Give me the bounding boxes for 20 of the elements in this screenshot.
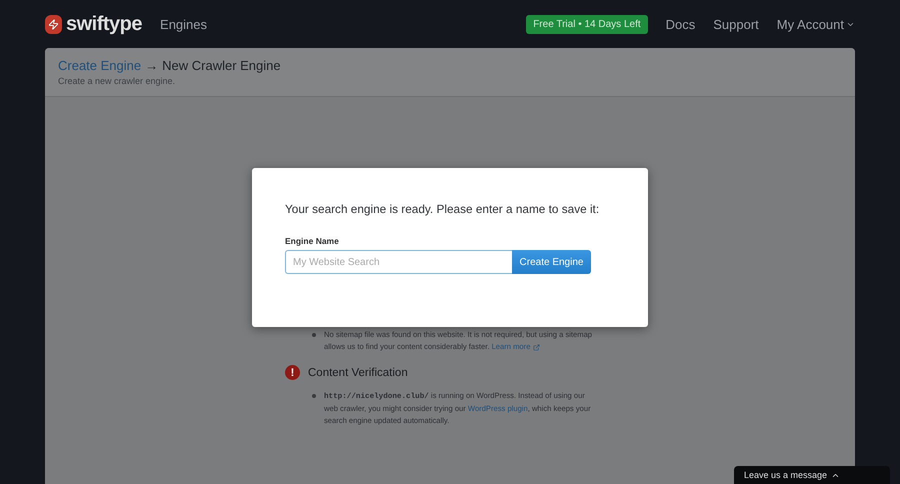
page-subtitle: Create a new crawler engine. <box>58 76 176 86</box>
brand-name[interactable]: swiftype <box>66 12 142 36</box>
nav-link[interactable]: Docs <box>666 16 696 32</box>
nav-link[interactable]: Engines <box>160 16 208 32</box>
bolt-logo-icon <box>45 14 62 34</box>
nav-link[interactable]: Support <box>713 16 759 32</box>
create-engine-button[interactable]: Create Engine <box>512 250 591 274</box>
engine-name-field[interactable]: My Website Search <box>285 250 512 274</box>
breadcrumb-arrow: → <box>145 58 158 73</box>
account-menu[interactable]: My Account <box>776 16 855 32</box>
external-link-icon <box>533 344 540 350</box>
field-label: Engine Name <box>285 236 340 246</box>
error-icon: ! <box>285 365 300 380</box>
message-tab[interactable]: Leave us a message <box>734 466 890 484</box>
dialog-prompt: Your search engine is ready. Please enter a name to save it: <box>285 202 600 216</box>
page-title: New Crawler Engine <box>162 58 281 73</box>
section-heading: Content Verification <box>308 366 408 378</box>
bullet-icon <box>312 333 316 337</box>
trial-badge: Free Trial • 14 Days Left <box>526 14 648 34</box>
bullet-icon <box>312 394 316 398</box>
